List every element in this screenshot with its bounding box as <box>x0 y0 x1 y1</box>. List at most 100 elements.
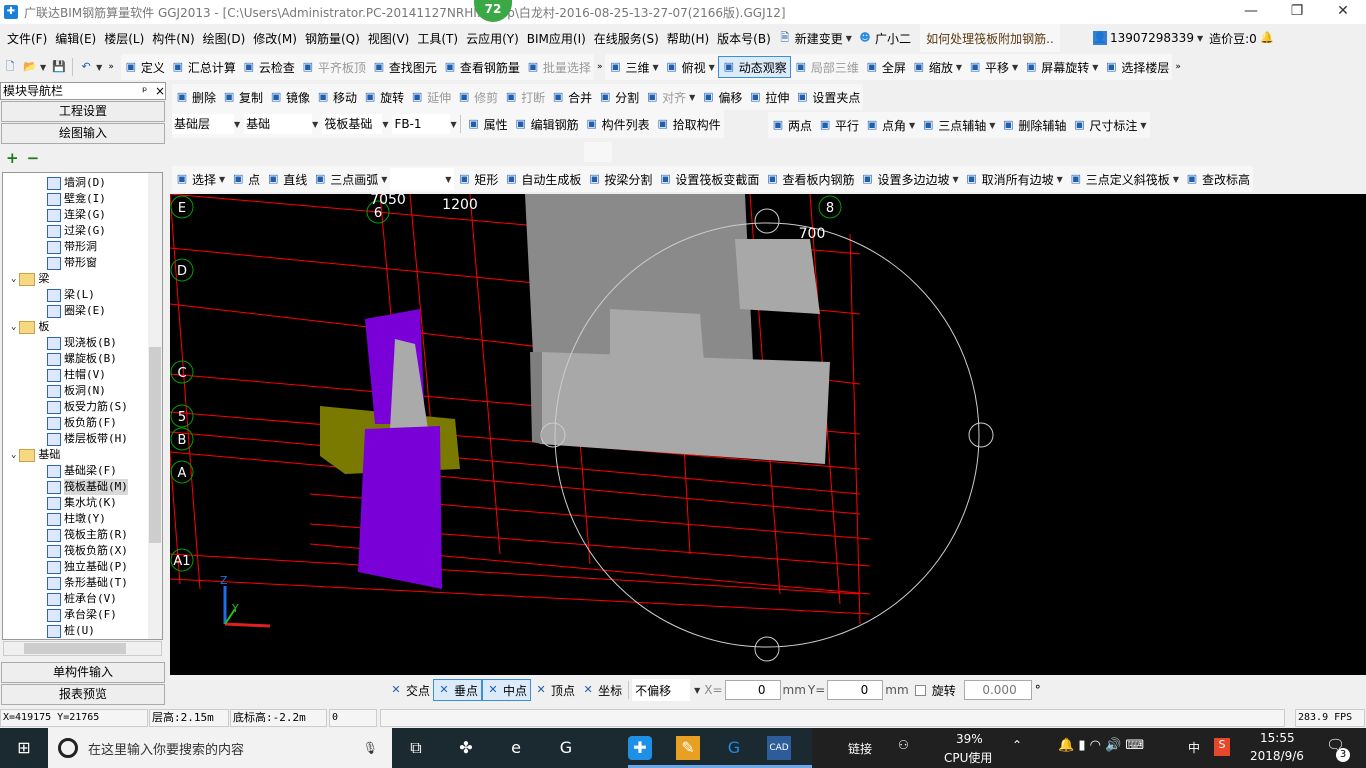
menu-item[interactable]: 版本号(B) <box>713 30 775 47</box>
trim-button[interactable]: ▣ 修剪 <box>454 86 501 108</box>
arc-button[interactable]: ▣ 三点画弧 ▼ <box>310 168 390 190</box>
type-select[interactable]: 筏板基础 <box>322 114 383 134</box>
chevron-down-icon[interactable]: ▼ <box>1173 175 1179 184</box>
intersection-snap-button[interactable]: ✕ 交点 <box>386 679 433 701</box>
dimension-button[interactable]: ▣ 尺寸标注 ▼ <box>1069 114 1149 136</box>
bell-icon[interactable]: 🔔 <box>1260 31 1274 45</box>
tree-item[interactable]: 板负筋(F) <box>47 415 117 431</box>
tree-item[interactable]: 筏板主筋(R) <box>47 527 128 543</box>
chevron-down-icon[interactable]: ▼ <box>689 93 695 102</box>
component-name-select[interactable]: FB-1 <box>392 114 451 134</box>
vertex-snap-button[interactable]: ✕ 顶点 <box>531 679 578 701</box>
tree-vertical-scrollbar[interactable] <box>148 173 162 639</box>
glodon-app-icon[interactable]: ✚ <box>628 736 652 760</box>
clock-date[interactable]: 2018/9/6 <box>1250 749 1304 763</box>
tree-item[interactable]: 墙洞(D) <box>47 175 106 191</box>
sloped-raft-button[interactable]: ▣ 三点定义斜筏板 ▼ <box>1066 168 1182 190</box>
ie-icon[interactable]: e <box>504 736 528 760</box>
tree-item[interactable]: 集水坑(K) <box>47 495 117 511</box>
rotate-button[interactable]: ▣ 旋转 <box>360 86 407 108</box>
notes-app-icon[interactable]: ✎ <box>676 736 700 760</box>
tree-item[interactable]: 板洞(N) <box>47 383 106 399</box>
report-preview-button[interactable]: 报表预览 <box>1 684 165 705</box>
task-view-icon[interactable]: ⧉ <box>404 736 428 760</box>
pin-icon[interactable]: ᵖ <box>142 84 147 98</box>
tree-item[interactable]: 承台梁(F) <box>47 607 117 623</box>
slope-button[interactable]: ▣ 设置多边边坡 ▼ <box>857 168 961 190</box>
cursor-button[interactable]: ▣ 选择 ▼ <box>172 168 228 190</box>
help-question-link[interactable]: 如何处理筏板附加钢筋.. <box>919 24 1060 52</box>
toolbar-overflow[interactable]: » <box>105 56 117 78</box>
menu-item[interactable]: 视图(V) <box>364 30 414 47</box>
rotate-checkbox[interactable] <box>914 684 926 696</box>
copy-button[interactable]: ▣ 复制 <box>219 86 266 108</box>
menu-item[interactable]: BIM应用(I) <box>523 30 590 47</box>
glasses-button[interactable]: ▣ 查看钢筋量 <box>440 56 523 78</box>
chevron-down-icon[interactable]: ⌄ <box>11 271 16 287</box>
minimize-button[interactable]: — <box>1228 0 1274 24</box>
chevron-down-icon[interactable]: ▼ <box>909 121 915 130</box>
tree-item[interactable]: 板受力筋(S) <box>47 399 128 415</box>
menu-item[interactable]: 工具(T) <box>413 30 462 47</box>
tree-item[interactable]: 连梁(G) <box>47 207 106 223</box>
rotate-screen-button[interactable]: ▣ 屏幕旋转 ▼ <box>1021 56 1101 78</box>
panel-close-icon[interactable]: × <box>155 84 165 98</box>
people-icon[interactable]: ⚇ <box>898 738 909 752</box>
top-view-button[interactable]: ▣ 俯视 ▼ <box>662 56 718 78</box>
menu-item[interactable]: 在线服务(S) <box>590 30 663 47</box>
menu-item[interactable]: 钢筋量(Q) <box>301 30 364 47</box>
parallel-button[interactable]: ▣ 平行 <box>815 114 862 136</box>
link-toolbar[interactable]: 链接 <box>848 740 872 757</box>
collapse-all-icon[interactable]: − <box>27 149 40 167</box>
perpendicular-snap-button[interactable]: ✕ 垂点 <box>433 679 483 701</box>
line-button[interactable]: ▣ 直线 <box>263 168 310 190</box>
clock-time[interactable]: 15:55 <box>1260 731 1295 745</box>
tree-folder[interactable]: ⌄ 基础 <box>11 447 60 463</box>
sigma-button[interactable]: ▣ 汇总计算 <box>168 56 239 78</box>
tree-item[interactable]: 柱帽(V) <box>47 367 106 383</box>
tree-item[interactable]: 现浇板(B) <box>47 335 117 351</box>
binoculars-button[interactable]: ▣ 查找图元 <box>369 56 440 78</box>
chevron-down-icon[interactable]: ▼ <box>989 121 995 130</box>
orbit-button[interactable]: ▣ 动态观察 <box>717 56 791 78</box>
view-slab-rebar-button[interactable]: ▣ 查看板内钢筋 <box>762 168 857 190</box>
chevron-up-icon[interactable]: ⌃ <box>1012 738 1022 752</box>
zoom-button[interactable]: ▣ 缩放 ▼ <box>909 56 965 78</box>
chevron-down-icon[interactable]: ▼ <box>652 63 658 72</box>
point-angle-button[interactable]: ▣ 点角 ▼ <box>862 114 918 136</box>
grip-button[interactable]: ▣ 设置夹点 <box>792 86 863 108</box>
tree-item[interactable]: 筏板负筋(X) <box>47 543 128 559</box>
pick-button[interactable]: ▣ 拾取构件 <box>653 113 724 135</box>
tree-item[interactable]: 带形洞 <box>47 239 97 255</box>
rectangle-button[interactable]: ▣ 矩形 <box>454 168 501 190</box>
midpoint-snap-button[interactable]: ✕ 中点 <box>482 679 532 701</box>
select-floor-button[interactable]: ▣ 选择楼层 <box>1101 56 1172 78</box>
cad-app-icon[interactable]: CAD <box>767 736 791 760</box>
assistant-button[interactable]: ☻ 广小二 <box>855 27 914 49</box>
mirror-button[interactable]: ▣ 镜像 <box>266 86 313 108</box>
stretch-button[interactable]: ▣ 拉伸 <box>745 86 792 108</box>
component-list-button[interactable]: ▣ 构件列表 <box>582 113 653 135</box>
arc-mode-combo[interactable]: ▼ <box>390 168 455 190</box>
new-change-button[interactable]: 🗎 新建变更 ▼ <box>775 27 855 49</box>
close-button[interactable]: ✕ <box>1320 0 1366 24</box>
cube-button[interactable]: ▣ 三维 ▼ <box>605 56 661 78</box>
define-button[interactable]: ▣ 定义 <box>121 56 168 78</box>
fan-app-icon[interactable]: ✤ <box>454 736 478 760</box>
windows-start-icon[interactable]: ⊞ <box>12 736 36 760</box>
sogou-icon[interactable]: S <box>1214 738 1230 756</box>
tray-icons[interactable]: 🔔 ▮ ◠ 🔊 ⌨ <box>1058 738 1144 753</box>
g-app-icon[interactable]: G <box>554 736 578 760</box>
move-button[interactable]: ▣ 移动 <box>313 86 360 108</box>
merge-button[interactable]: ▣ 合并 <box>548 86 595 108</box>
tree-item[interactable]: 桩承台(V) <box>47 591 117 607</box>
y-offset-input[interactable]: 0 <box>827 680 884 700</box>
project-settings-button[interactable]: 工程设置 <box>1 101 165 122</box>
align-button[interactable]: ▣ 对齐 ▼ <box>642 86 698 108</box>
menu-item[interactable]: 构件(N) <box>148 30 198 47</box>
floor-select[interactable]: 基础层 <box>172 114 234 134</box>
search-box[interactable]: 在这里输入你要搜索的内容 🎙 <box>48 728 392 768</box>
rotate-input[interactable]: 0.000 <box>963 680 1032 700</box>
cancel-slope-button[interactable]: ▣ 取消所有边坡 ▼ <box>962 168 1066 190</box>
chevron-down-icon[interactable]: ▼ <box>956 63 962 72</box>
